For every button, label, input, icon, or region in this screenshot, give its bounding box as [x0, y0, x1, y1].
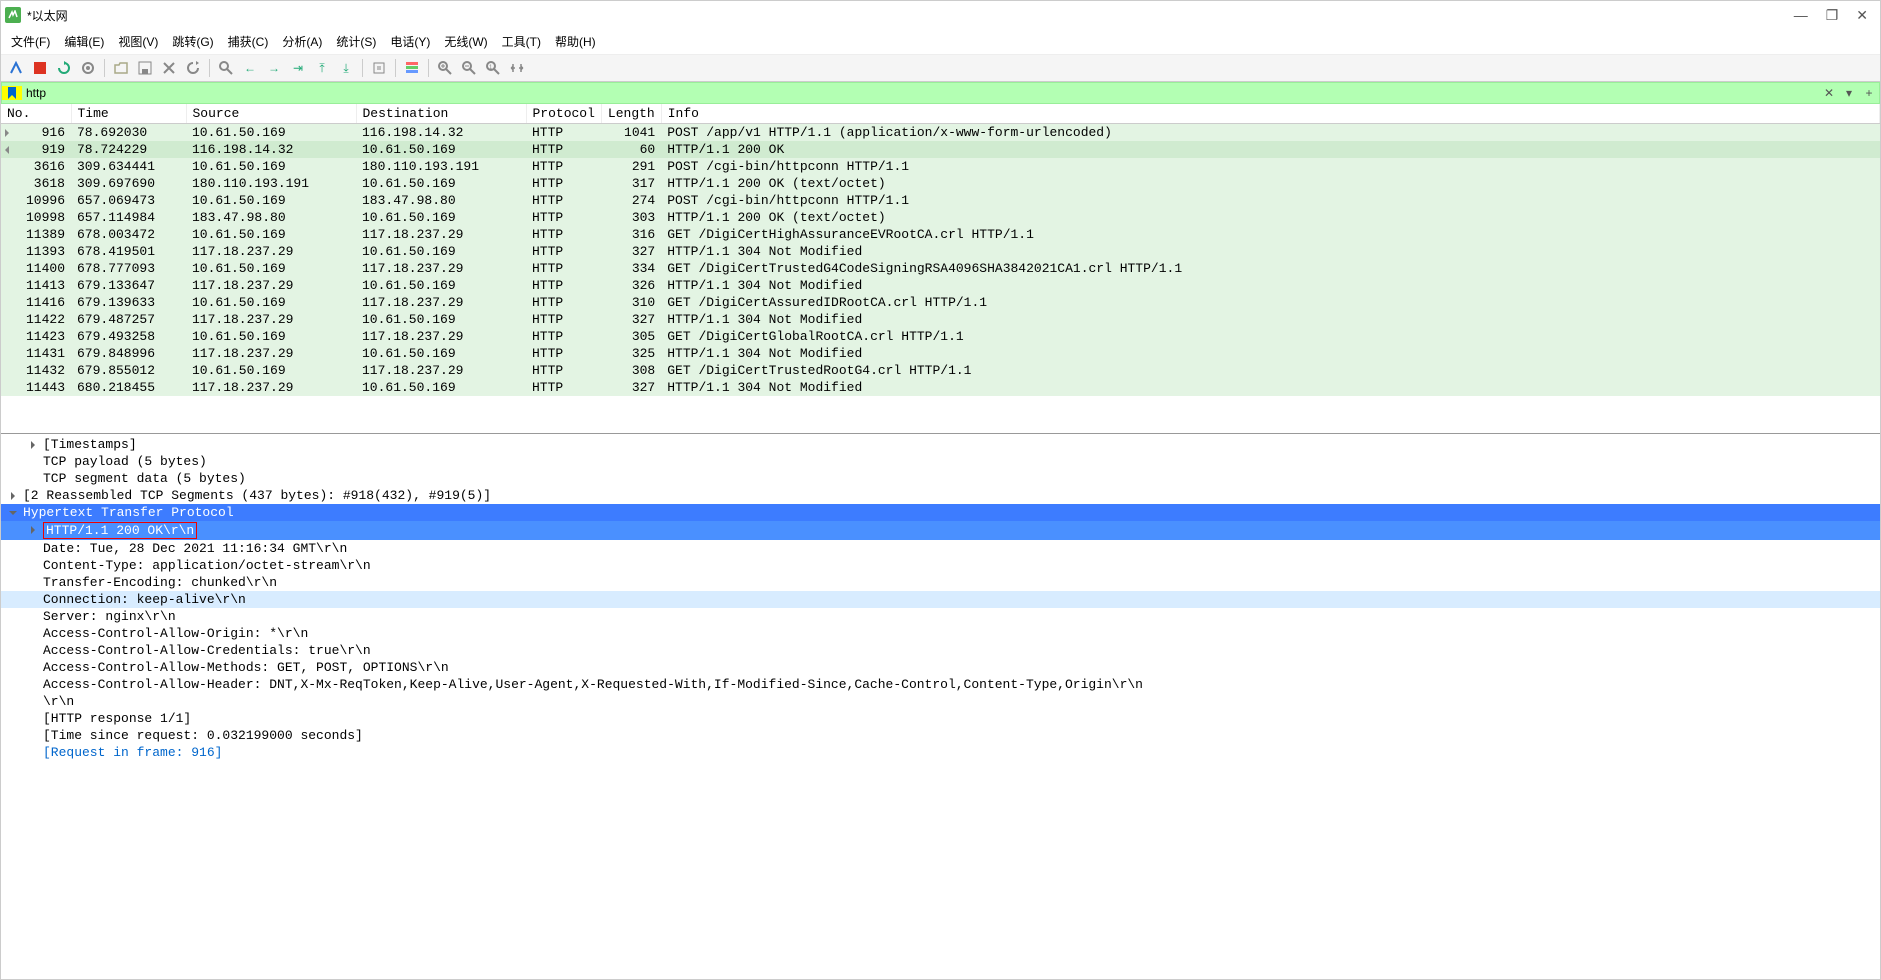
table-row[interactable]: 11393678.419501117.18.237.2910.61.50.169… — [1, 243, 1880, 260]
table-row[interactable]: 11416679.13963310.61.50.169117.18.237.29… — [1, 294, 1880, 311]
detail-acac[interactable]: Access-Control-Allow-Credentials: true\r… — [1, 642, 1880, 659]
filter-bar: ✕ ▾ + — [1, 82, 1880, 104]
resize-columns-icon[interactable] — [506, 57, 528, 79]
zoom-in-icon[interactable] — [434, 57, 456, 79]
detail-acam[interactable]: Access-Control-Allow-Methods: GET, POST,… — [1, 659, 1880, 676]
table-row[interactable]: 10996657.06947310.61.50.169183.47.98.80H… — [1, 192, 1880, 209]
detail-acah[interactable]: Access-Control-Allow-Header: DNT,X-Mx-Re… — [1, 676, 1880, 693]
col-info[interactable]: Info — [661, 104, 1879, 124]
colorize-icon[interactable] — [401, 57, 423, 79]
col-source[interactable]: Source — [186, 104, 356, 124]
table-row[interactable]: 11389678.00347210.61.50.169117.18.237.29… — [1, 226, 1880, 243]
find-icon[interactable] — [215, 57, 237, 79]
separator — [395, 59, 396, 77]
detail-request-frame[interactable]: [Request in frame: 916] — [1, 744, 1880, 761]
maximize-button[interactable]: ❐ — [1826, 7, 1839, 24]
window-controls: — ❐ ✕ — [1794, 7, 1868, 24]
menu-edit[interactable]: 编辑(E) — [64, 33, 104, 50]
table-row[interactable]: 10998657.114984183.47.98.8010.61.50.169H… — [1, 209, 1880, 226]
col-length[interactable]: Length — [601, 104, 661, 124]
reload-icon[interactable] — [182, 57, 204, 79]
table-row[interactable]: 11422679.487257117.18.237.2910.61.50.169… — [1, 311, 1880, 328]
menu-statistics[interactable]: 统计(S) — [336, 33, 376, 50]
table-row[interactable]: 11432679.85501210.61.50.169117.18.237.29… — [1, 362, 1880, 379]
packet-list-pane[interactable]: No. Time Source Destination Protocol Len… — [1, 104, 1880, 434]
detail-http-protocol[interactable]: Hypertext Transfer Protocol — [1, 504, 1880, 521]
menu-telephony[interactable]: 电话(Y) — [390, 33, 430, 50]
detail-status-line[interactable]: HTTP/1.1 200 OK\r\n — [1, 521, 1880, 540]
packet-detail-pane[interactable]: [Timestamps] TCP payload (5 bytes) TCP s… — [1, 434, 1880, 979]
col-destination[interactable]: Destination — [356, 104, 526, 124]
capture-options-icon[interactable] — [77, 57, 99, 79]
detail-tcp-segment[interactable]: TCP segment data (5 bytes) — [1, 470, 1880, 487]
col-protocol[interactable]: Protocol — [526, 104, 601, 124]
highlight-status: HTTP/1.1 200 OK\r\n — [43, 522, 197, 539]
app-icon — [5, 7, 21, 23]
table-header: No. Time Source Destination Protocol Len… — [1, 104, 1880, 124]
zoom-reset-icon[interactable]: 1 — [482, 57, 504, 79]
clear-filter-icon[interactable]: ✕ — [1819, 86, 1839, 100]
add-filter-button-icon[interactable]: + — [1859, 86, 1879, 100]
separator — [104, 59, 105, 77]
close-button[interactable]: ✕ — [1856, 7, 1868, 24]
restart-capture-icon[interactable] — [53, 57, 75, 79]
detail-connection[interactable]: Connection: keep-alive\r\n — [1, 591, 1880, 608]
apply-filter-icon[interactable]: ▾ — [1839, 86, 1859, 100]
table-row[interactable]: 11423679.49325810.61.50.169117.18.237.29… — [1, 328, 1880, 345]
detail-reassembled[interactable]: [2 Reassembled TCP Segments (437 bytes):… — [1, 487, 1880, 504]
open-file-icon[interactable] — [110, 57, 132, 79]
detail-server[interactable]: Server: nginx\r\n — [1, 608, 1880, 625]
col-no[interactable]: No. — [1, 104, 71, 124]
zoom-out-icon[interactable] — [458, 57, 480, 79]
menu-goto[interactable]: 跳转(G) — [172, 33, 213, 50]
detail-acao[interactable]: Access-Control-Allow-Origin: *\r\n — [1, 625, 1880, 642]
go-forward-icon[interactable]: → — [263, 57, 285, 79]
menu-file[interactable]: 文件(F) — [11, 33, 50, 50]
go-back-icon[interactable]: ← — [239, 57, 261, 79]
table-row[interactable]: 91678.69203010.61.50.169116.198.14.32HTT… — [1, 124, 1880, 142]
separator — [428, 59, 429, 77]
table-row[interactable]: 3618309.697690180.110.193.19110.61.50.16… — [1, 175, 1880, 192]
detail-time-since[interactable]: [Time since request: 0.032199000 seconds… — [1, 727, 1880, 744]
menu-tools[interactable]: 工具(T) — [502, 33, 541, 50]
app-window: *以太网 — ❐ ✕ 文件(F) 编辑(E) 视图(V) 跳转(G) 捕获(C)… — [0, 0, 1881, 980]
packet-table: No. Time Source Destination Protocol Len… — [1, 104, 1880, 396]
toolbar: ← → ⇥ ⤒ ⤓ 1 — [1, 55, 1880, 82]
bookmark-filter-icon[interactable] — [2, 86, 22, 100]
table-row[interactable]: 91978.724229116.198.14.3210.61.50.169HTT… — [1, 141, 1880, 158]
start-capture-icon[interactable] — [5, 57, 27, 79]
last-packet-icon[interactable]: ⤓ — [335, 57, 357, 79]
menu-capture[interactable]: 捕获(C) — [228, 33, 269, 50]
menu-help[interactable]: 帮助(H) — [555, 33, 596, 50]
go-to-packet-icon[interactable]: ⇥ — [287, 57, 309, 79]
close-file-icon[interactable] — [158, 57, 180, 79]
display-filter-input[interactable] — [22, 84, 1819, 102]
table-row[interactable]: 11400678.77709310.61.50.169117.18.237.29… — [1, 260, 1880, 277]
detail-respnum[interactable]: [HTTP response 1/1] — [1, 710, 1880, 727]
auto-scroll-icon[interactable] — [368, 57, 390, 79]
menu-analyze[interactable]: 分析(A) — [282, 33, 322, 50]
col-time[interactable]: Time — [71, 104, 186, 124]
detail-transfer-encoding[interactable]: Transfer-Encoding: chunked\r\n — [1, 574, 1880, 591]
detail-content-type[interactable]: Content-Type: application/octet-stream\r… — [1, 557, 1880, 574]
stop-capture-icon[interactable] — [29, 57, 51, 79]
menu-bar: 文件(F) 编辑(E) 视图(V) 跳转(G) 捕获(C) 分析(A) 统计(S… — [1, 29, 1880, 55]
separator — [209, 59, 210, 77]
save-file-icon[interactable] — [134, 57, 156, 79]
window-title: *以太网 — [27, 7, 1794, 24]
detail-crlf[interactable]: \r\n — [1, 693, 1880, 710]
menu-wireless[interactable]: 无线(W) — [444, 33, 487, 50]
table-row[interactable]: 11413679.133647117.18.237.2910.61.50.169… — [1, 277, 1880, 294]
detail-timestamps[interactable]: [Timestamps] — [1, 436, 1880, 453]
separator — [362, 59, 363, 77]
table-row[interactable]: 11431679.848996117.18.237.2910.61.50.169… — [1, 345, 1880, 362]
table-row[interactable]: 11443680.218455117.18.237.2910.61.50.169… — [1, 379, 1880, 396]
title-bar: *以太网 — ❐ ✕ — [1, 1, 1880, 29]
minimize-button[interactable]: — — [1794, 7, 1808, 24]
detail-tcp-payload[interactable]: TCP payload (5 bytes) — [1, 453, 1880, 470]
menu-view[interactable]: 视图(V) — [118, 33, 158, 50]
table-row[interactable]: 3616309.63444110.61.50.169180.110.193.19… — [1, 158, 1880, 175]
first-packet-icon[interactable]: ⤒ — [311, 57, 333, 79]
detail-date[interactable]: Date: Tue, 28 Dec 2021 11:16:34 GMT\r\n — [1, 540, 1880, 557]
